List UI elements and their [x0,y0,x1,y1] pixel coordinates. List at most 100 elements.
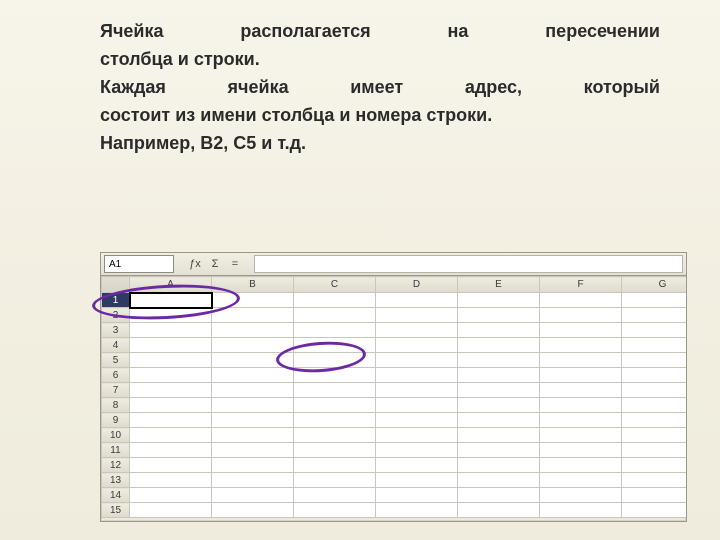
row-header[interactable]: 13 [102,473,130,488]
cell[interactable] [540,338,622,353]
cell[interactable] [622,323,688,338]
cell[interactable] [294,443,376,458]
cell[interactable] [130,293,212,308]
row-header[interactable]: 10 [102,428,130,443]
cell[interactable] [376,353,458,368]
cell[interactable] [540,473,622,488]
cell[interactable] [294,368,376,383]
cell[interactable] [294,428,376,443]
cell[interactable] [540,413,622,428]
cell[interactable] [294,503,376,518]
cell[interactable] [376,443,458,458]
cell[interactable] [294,488,376,503]
cell[interactable] [622,458,688,473]
row-header[interactable]: 6 [102,368,130,383]
cell[interactable] [458,413,540,428]
cell[interactable] [458,428,540,443]
cell[interactable] [622,488,688,503]
cell[interactable] [130,338,212,353]
row-header[interactable]: 9 [102,413,130,428]
cell[interactable] [130,398,212,413]
cell[interactable] [622,428,688,443]
cell[interactable] [458,458,540,473]
cell[interactable] [540,503,622,518]
cell[interactable] [622,308,688,323]
spreadsheet-grid[interactable]: A B C D E F G 123456789101112131415 [101,276,687,518]
cell[interactable] [458,383,540,398]
cell[interactable] [294,413,376,428]
row-header[interactable]: 1 [102,293,130,308]
cell[interactable] [294,473,376,488]
cell[interactable] [294,293,376,308]
cell[interactable] [376,338,458,353]
cell[interactable] [376,488,458,503]
cell[interactable] [130,458,212,473]
cell[interactable] [622,443,688,458]
cell[interactable] [622,503,688,518]
cell[interactable] [540,353,622,368]
cell[interactable] [212,353,294,368]
cell[interactable] [130,383,212,398]
cell[interactable] [458,293,540,308]
cell[interactable] [376,383,458,398]
row-header[interactable]: 7 [102,383,130,398]
row-header[interactable]: 3 [102,323,130,338]
cell[interactable] [130,443,212,458]
cell[interactable] [458,398,540,413]
cell[interactable] [376,428,458,443]
cell[interactable] [212,338,294,353]
row-header[interactable]: 12 [102,458,130,473]
cell[interactable] [294,383,376,398]
sigma-icon[interactable]: Σ [208,258,222,270]
cell[interactable] [130,428,212,443]
cell[interactable] [212,413,294,428]
cell[interactable] [130,368,212,383]
col-header[interactable]: G [622,277,688,293]
cell[interactable] [376,308,458,323]
cell[interactable] [622,353,688,368]
cell[interactable] [540,488,622,503]
cell[interactable] [376,398,458,413]
row-header[interactable]: 4 [102,338,130,353]
cell[interactable] [622,383,688,398]
col-header[interactable]: A [130,277,212,293]
cell[interactable] [622,473,688,488]
col-header[interactable]: B [212,277,294,293]
cell[interactable] [212,503,294,518]
cell[interactable] [130,473,212,488]
cell[interactable] [376,323,458,338]
cell[interactable] [294,353,376,368]
cell[interactable] [622,413,688,428]
cell[interactable] [622,338,688,353]
fx-icon[interactable]: ƒx [188,258,202,270]
cell[interactable] [294,308,376,323]
cell[interactable] [212,488,294,503]
row-header[interactable]: 14 [102,488,130,503]
cell[interactable] [376,368,458,383]
cell[interactable] [294,338,376,353]
cell[interactable] [622,368,688,383]
cell[interactable] [294,458,376,473]
cell[interactable] [376,473,458,488]
cell[interactable] [458,353,540,368]
equals-icon[interactable]: = [228,258,242,270]
cell[interactable] [212,293,294,308]
cell[interactable] [376,293,458,308]
cell[interactable] [212,458,294,473]
row-header[interactable]: 8 [102,398,130,413]
cell[interactable] [622,398,688,413]
cell[interactable] [130,503,212,518]
cell[interactable] [212,428,294,443]
cell[interactable] [458,323,540,338]
cell[interactable] [376,458,458,473]
cell[interactable] [130,413,212,428]
cell[interactable] [212,323,294,338]
cell[interactable] [540,398,622,413]
cell[interactable] [540,293,622,308]
cell[interactable] [458,368,540,383]
col-header[interactable]: C [294,277,376,293]
cell[interactable] [212,383,294,398]
row-header[interactable]: 5 [102,353,130,368]
cell[interactable] [540,458,622,473]
cell[interactable] [294,398,376,413]
